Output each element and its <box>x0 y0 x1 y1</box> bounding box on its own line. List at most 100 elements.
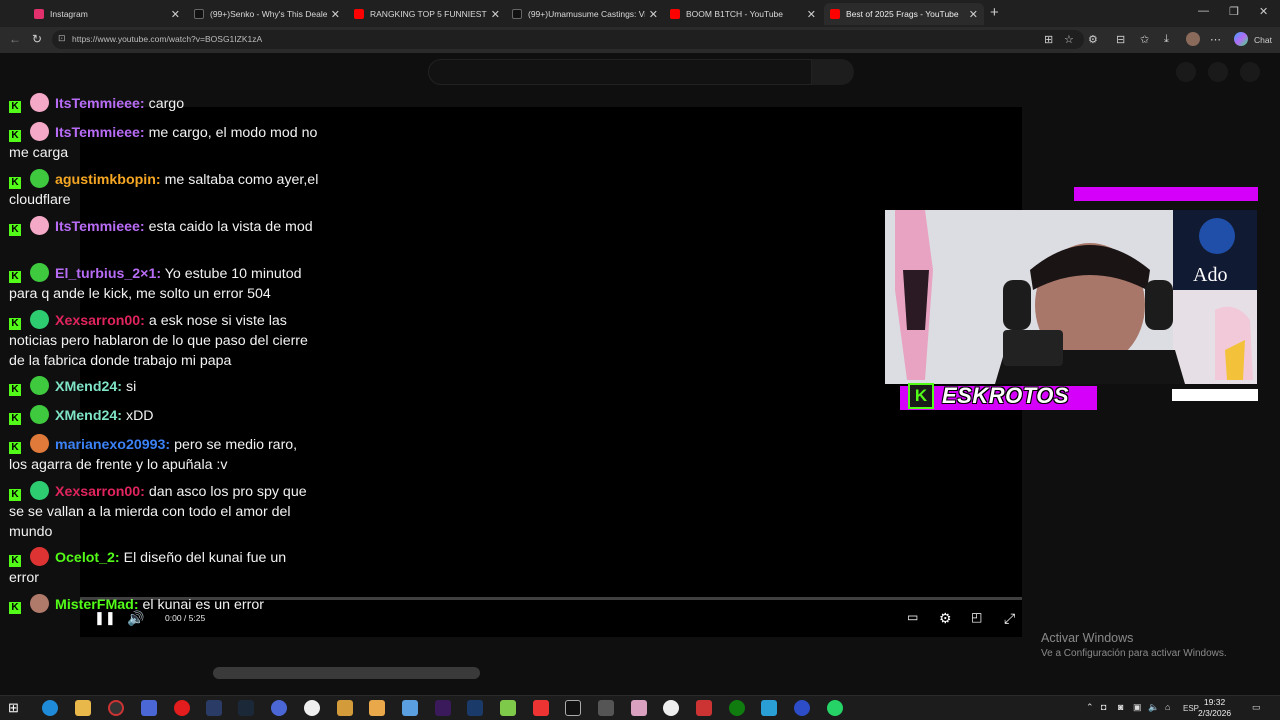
app-icon[interactable] <box>402 700 418 716</box>
steam-icon[interactable] <box>238 700 254 716</box>
tray-app-icon[interactable]: ▣ <box>1133 702 1142 713</box>
tray-app-icon[interactable]: ◘ <box>1101 702 1106 712</box>
tab-title: Instagram <box>50 9 88 19</box>
settings-gear-icon[interactable]: ⚙ <box>939 610 952 627</box>
split-screen-icon[interactable]: ⊟ <box>1116 33 1125 46</box>
capcut-icon[interactable] <box>565 700 581 716</box>
miniplayer-icon[interactable]: ◰ <box>971 610 982 624</box>
app-available-icon[interactable]: ⊞ <box>1044 33 1053 46</box>
profile-avatar[interactable] <box>1186 32 1200 46</box>
close-icon[interactable]: ✕ <box>969 8 978 21</box>
fullscreen-icon[interactable]: ⤢ <box>1004 610 1015 627</box>
chat-username: ItsTemmieee: <box>55 125 145 141</box>
tab-tiktok-senko[interactable]: (99+)Senko - Why's This Dealer? U ✕ <box>188 3 346 25</box>
youtube-page: K ItsTemmieee: cargo K ItsTemmieee: me car… <box>0 53 1280 695</box>
restore-icon[interactable]: ❐ <box>1229 5 1239 18</box>
close-icon[interactable]: ✕ <box>807 8 816 21</box>
reload-icon[interactable]: ↻ <box>32 32 42 46</box>
network-icon[interactable]: ⌂ <box>1165 702 1170 712</box>
edge-icon[interactable] <box>42 700 58 716</box>
minimize-icon[interactable]: — <box>1198 5 1209 17</box>
tab-youtube-boom[interactable]: BOOM B1TCH - YouTube ✕ <box>664 3 822 25</box>
account-avatar[interactable] <box>1240 62 1260 82</box>
app-icon[interactable] <box>631 700 647 716</box>
close-window-icon[interactable]: ✕ <box>1259 5 1268 18</box>
app-icon[interactable] <box>533 700 549 716</box>
kick-badge-icon: K <box>9 384 21 396</box>
favorites-icon[interactable]: ✩ <box>1140 33 1149 46</box>
app-icon[interactable] <box>500 700 516 716</box>
new-tab-icon[interactable]: + <box>990 4 999 21</box>
app-icon[interactable] <box>761 700 777 716</box>
close-icon[interactable]: ✕ <box>331 8 340 21</box>
game-icon[interactable] <box>337 700 353 716</box>
kick-badge-icon: K <box>9 271 21 283</box>
tab-instagram[interactable]: Instagram ✕ <box>28 3 186 25</box>
app-icon[interactable] <box>141 700 157 716</box>
opera-gx-icon[interactable] <box>108 700 124 716</box>
close-icon[interactable]: ✕ <box>491 8 500 21</box>
whatsapp-icon[interactable] <box>827 700 843 716</box>
xbox-icon[interactable] <box>729 700 745 716</box>
chat-text: a esk nose si viste las noticias pero ha… <box>9 313 308 369</box>
chat-text: El diseño del kunai fue un error <box>9 550 287 586</box>
clock[interactable]: 19:32 2/3/2026 <box>1198 697 1231 719</box>
start-icon[interactable]: ⊞ <box>8 700 24 716</box>
chat-username: XMend24: <box>55 408 123 424</box>
audio-app-icon[interactable] <box>206 700 222 716</box>
url-text[interactable]: https://www.youtube.com/watch?v=BOSG1IZK… <box>72 34 262 44</box>
tray-overflow-icon[interactable]: ⌃ <box>1086 702 1094 713</box>
app-icon[interactable] <box>369 700 385 716</box>
favorite-star-icon[interactable]: ☆ <box>1064 33 1074 46</box>
horizontal-scrollbar[interactable] <box>213 667 480 679</box>
search-input[interactable] <box>428 59 812 85</box>
notifications-icon[interactable] <box>1208 62 1228 82</box>
obs-icon[interactable] <box>304 700 320 716</box>
chat-message: Kagustimkbopin: me saltaba como ayer,el … <box>9 169 319 210</box>
copilot-icon[interactable] <box>1234 32 1248 46</box>
chat-text: dan asco los pro spy que se se vallan a … <box>9 484 307 540</box>
tab-title: Best of 2025 Frags - YouTube <box>846 9 959 19</box>
create-icon[interactable] <box>1176 62 1196 82</box>
close-icon[interactable]: ✕ <box>649 8 658 21</box>
chat-button[interactable]: Chat <box>1254 35 1272 45</box>
extensions-icon[interactable]: ⚙ <box>1088 33 1098 46</box>
premiere-icon[interactable] <box>435 700 451 716</box>
avatar <box>30 434 49 453</box>
discord-icon[interactable] <box>271 700 287 716</box>
youtube-icon <box>830 9 840 19</box>
volume-tray-icon[interactable]: 🔈 <box>1148 702 1159 713</box>
tab-tiktok-umamusume[interactable]: (99+)Umamusume Castings: Vibra ✕ <box>506 3 664 25</box>
downloads-icon[interactable]: ⤓ <box>1164 33 1169 46</box>
pause-icon[interactable]: ❚❚ <box>94 610 116 626</box>
record-icon[interactable] <box>174 700 190 716</box>
kick-badge-icon: K <box>9 555 21 567</box>
file-explorer-icon[interactable] <box>75 700 91 716</box>
avatar <box>30 122 49 141</box>
streamer-name: ESKROTOS <box>942 383 1070 408</box>
close-icon[interactable]: ✕ <box>171 8 180 21</box>
volume-icon[interactable]: 🔊 <box>127 610 144 627</box>
language-indicator[interactable]: ESP <box>1183 704 1199 713</box>
app-icon[interactable] <box>696 700 712 716</box>
notifications-tray-icon[interactable]: ▭ <box>1252 702 1261 713</box>
tab-youtube-ranking[interactable]: RANGKING TOP 5 FUNNIEST MOM ✕ <box>348 3 506 25</box>
app-icon[interactable] <box>663 700 679 716</box>
app-icon[interactable] <box>598 700 614 716</box>
app-icon[interactable] <box>794 700 810 716</box>
back-icon[interactable]: ← <box>9 32 21 46</box>
webcam-overlay: Ado <box>885 210 1257 384</box>
video-progress-bar[interactable] <box>80 597 1022 600</box>
more-menu-icon[interactable]: ⋯ <box>1210 33 1221 46</box>
tab-youtube-best-frags[interactable]: Best of 2025 Frags - YouTube ✕ <box>824 3 984 25</box>
kick-badge-icon: K <box>9 442 21 454</box>
search-button[interactable] <box>812 59 854 85</box>
site-info-icon[interactable]: ⊡ <box>58 33 66 44</box>
tray-app-icon[interactable]: ◙ <box>1118 702 1123 712</box>
windows-taskbar: ⊞ ⌃ ◘ ◙ ▣ 🔈 ⌂ ESP 19:32 2/3/2026 ▭ <box>0 695 1280 720</box>
kick-badge-icon: K <box>9 318 21 330</box>
photoshop-icon[interactable] <box>467 700 483 716</box>
address-bar-row: ← ↻ ⊡ https://www.youtube.com/watch?v=BO… <box>0 27 1280 53</box>
subtitles-icon[interactable]: ▭ <box>907 610 918 624</box>
address-bar[interactable]: ⊡ https://www.youtube.com/watch?v=BOSG1I… <box>52 30 1084 49</box>
